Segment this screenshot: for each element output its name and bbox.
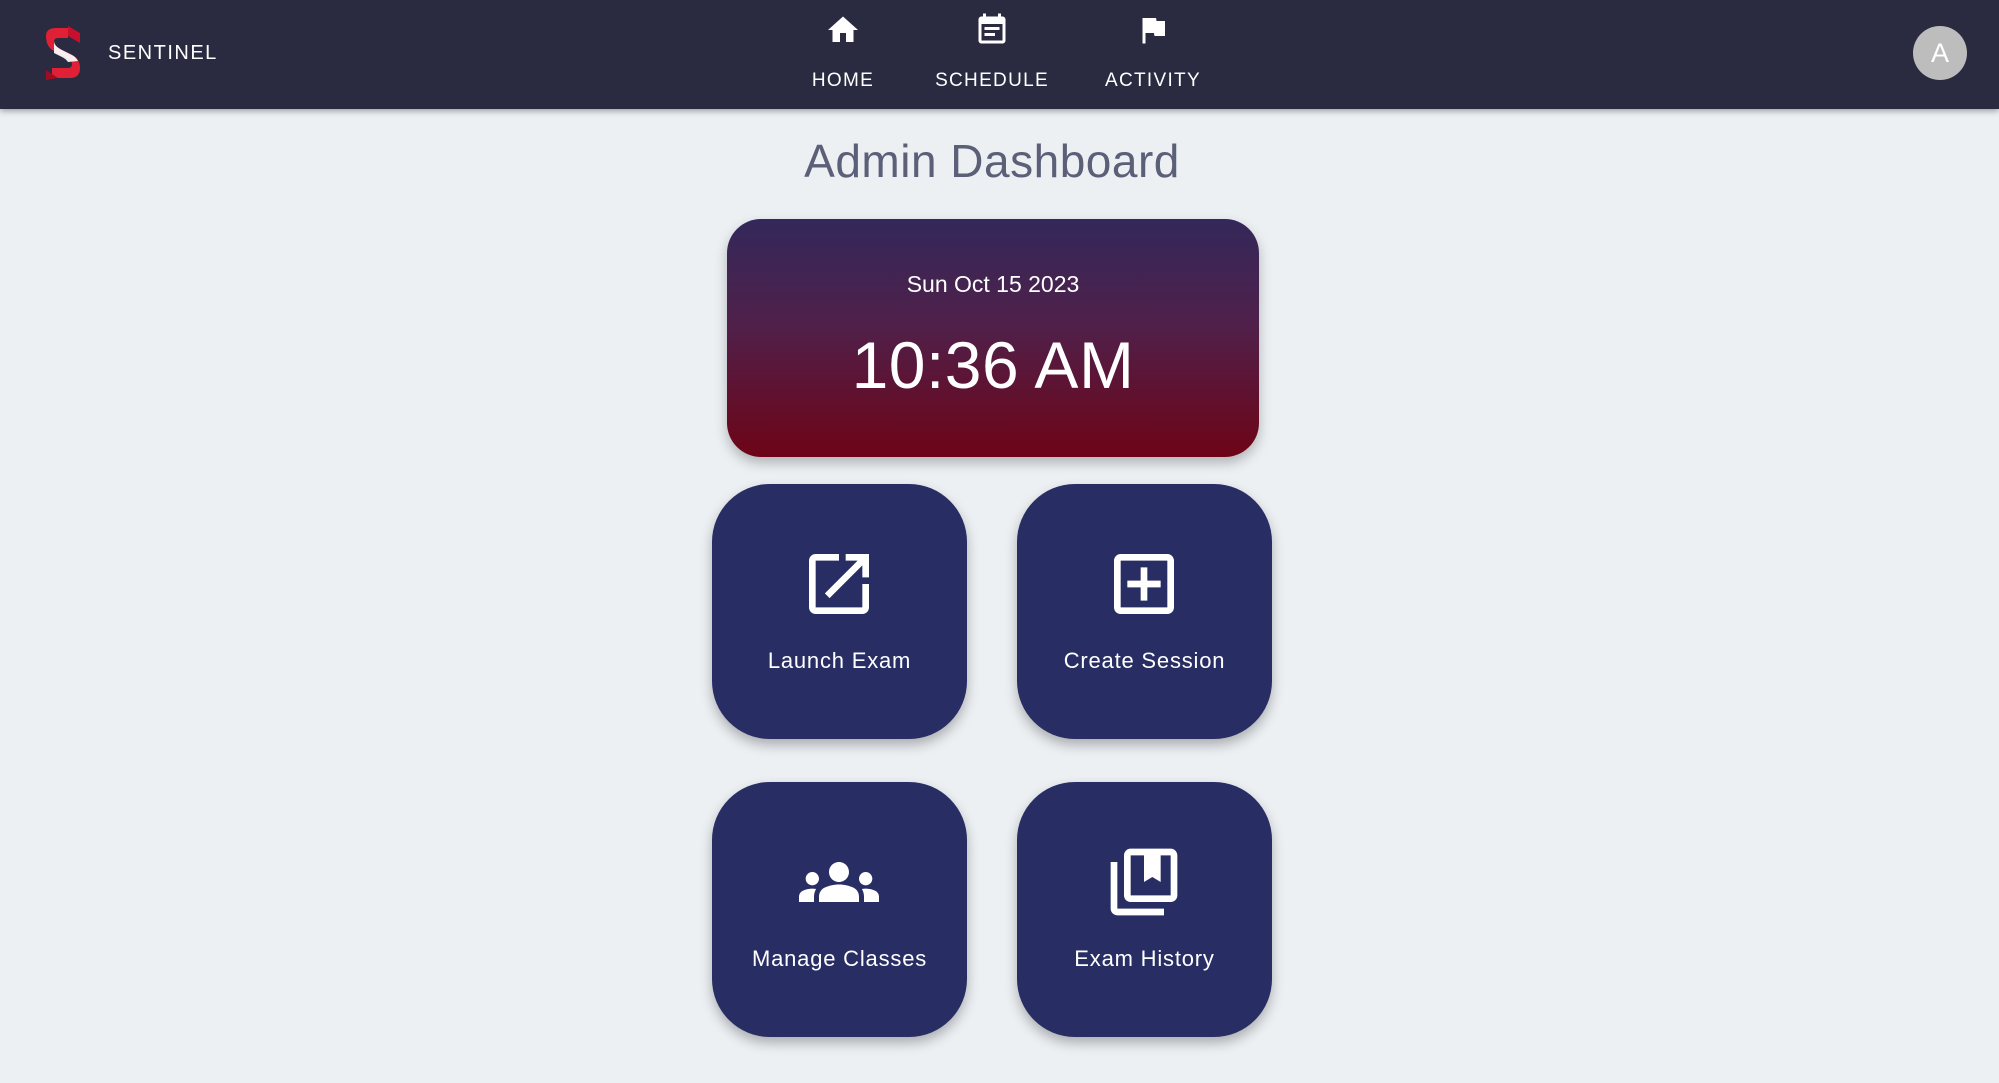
manage-classes-button[interactable]: Manage Classes — [712, 782, 967, 1037]
top-navbar: SENTINEL HOME SCHEDULE ACTIVITY A — [0, 0, 1999, 109]
launch-exam-label: Launch Exam — [767, 648, 912, 673]
exam-history-label: Exam History — [1074, 946, 1215, 971]
open-in-new-icon — [809, 554, 869, 614]
app-name: SENTINEL — [108, 41, 218, 64]
create-session-label: Create Session — [1063, 648, 1226, 673]
current-time: 10:36 AM — [851, 328, 1135, 402]
nav-home[interactable]: HOME — [800, 12, 886, 92]
page-title: Admin Dashboard — [804, 135, 1180, 187]
nav-home-label: HOME — [811, 70, 875, 91]
user-avatar[interactable]: A — [1913, 26, 1967, 80]
sentinel-logo-icon — [46, 26, 80, 80]
manage-classes-label: Manage Classes — [751, 946, 928, 971]
flag-icon — [1142, 18, 1165, 44]
library-books-icon — [1110, 848, 1178, 916]
brand[interactable]: SENTINEL — [40, 24, 218, 82]
nav-schedule[interactable]: SCHEDULE — [928, 12, 1056, 92]
launch-exam-button[interactable]: Launch Exam — [712, 484, 967, 739]
exam-history-button[interactable]: Exam History — [1017, 782, 1272, 1037]
home-icon — [828, 16, 858, 42]
nav-activity[interactable]: ACTIVITY — [1100, 12, 1206, 92]
nav-activity-label: ACTIVITY — [1105, 70, 1201, 91]
current-date: Sun Oct 15 2023 — [906, 271, 1080, 297]
calendar-icon — [978, 13, 1006, 44]
clock-card: Sun Oct 15 2023 10:36 AM — [727, 219, 1259, 457]
groups-icon — [799, 862, 879, 902]
create-session-button[interactable]: Create Session — [1017, 484, 1272, 739]
nav-schedule-label: SCHEDULE — [935, 70, 1049, 91]
add-box-icon — [1114, 554, 1174, 614]
